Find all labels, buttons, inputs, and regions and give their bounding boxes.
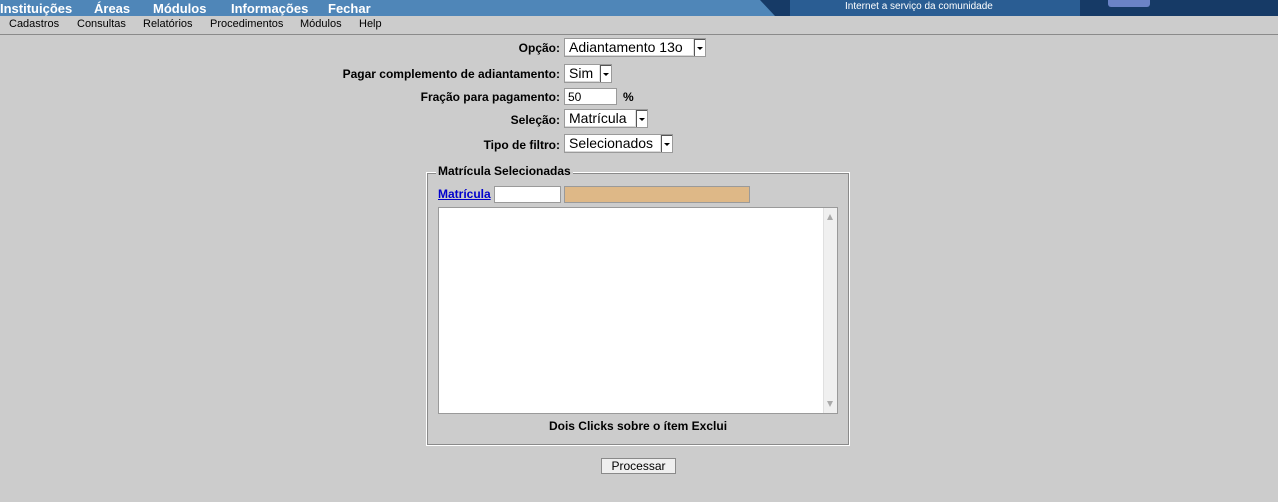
menu-modulos[interactable]: Módulos xyxy=(300,18,342,30)
fieldset-legend: Matrícula Selecionadas xyxy=(436,164,573,178)
fracao-unit: % xyxy=(623,90,634,104)
banner-logo-icon xyxy=(1108,0,1150,7)
opcao-label: Opção: xyxy=(518,41,560,55)
complemento-label: Pagar complemento de adiantamento: xyxy=(342,67,560,81)
list-hint: Dois Clicks sobre o ítem Exclui xyxy=(548,419,728,433)
top-menu-modulos[interactable]: Módulos xyxy=(153,1,206,16)
scroll-down-icon[interactable] xyxy=(827,401,833,407)
chevron-down-icon[interactable] xyxy=(693,39,705,56)
opcao-select[interactable]: Adiantamento 13o xyxy=(564,38,706,57)
top-banner: Instituições Áreas Módulos Informações F… xyxy=(0,0,1278,16)
list-scrollbar[interactable] xyxy=(823,208,837,413)
selecao-value: Matrícula xyxy=(569,110,627,126)
fracao-input[interactable]: 50 xyxy=(564,88,617,105)
matricula-input[interactable] xyxy=(494,186,561,203)
chevron-down-icon[interactable] xyxy=(660,135,672,152)
banner-slogan: Internet a serviço da comunidade xyxy=(845,1,993,12)
top-menu-instituicoes[interactable]: Instituições xyxy=(0,1,72,16)
menu-procedimentos[interactable]: Procedimentos xyxy=(210,18,283,30)
top-menu-areas[interactable]: Áreas xyxy=(94,1,130,16)
menu-bar: Cadastros Consultas Relatórios Procedime… xyxy=(0,16,1278,35)
opcao-value: Adiantamento 13o xyxy=(569,39,683,55)
menu-relatorios[interactable]: Relatórios xyxy=(143,18,193,30)
selecao-label: Seleção: xyxy=(510,113,560,127)
chevron-down-icon[interactable] xyxy=(599,65,611,82)
selecao-select[interactable]: Matrícula xyxy=(564,109,648,128)
top-menu-informacoes[interactable]: Informações xyxy=(231,1,308,16)
menu-help[interactable]: Help xyxy=(359,18,382,30)
processar-button[interactable]: Processar xyxy=(601,458,676,474)
menu-consultas[interactable]: Consultas xyxy=(77,18,126,30)
scroll-up-icon[interactable] xyxy=(827,214,833,220)
selected-matriculas-list[interactable] xyxy=(438,207,838,414)
tipo-filtro-select[interactable]: Selecionados xyxy=(564,134,673,153)
fracao-label: Fração para pagamento: xyxy=(420,90,560,104)
matricula-link[interactable]: Matrícula xyxy=(438,187,491,201)
matricula-name-field xyxy=(564,186,750,203)
banner-wedge xyxy=(760,0,775,16)
complemento-select[interactable]: Sim xyxy=(564,64,612,83)
tipo-filtro-label: Tipo de filtro: xyxy=(483,138,560,152)
menu-cadastros[interactable]: Cadastros xyxy=(9,18,59,30)
complemento-value: Sim xyxy=(569,65,594,81)
tipo-filtro-value: Selecionados xyxy=(569,135,654,151)
chevron-down-icon[interactable] xyxy=(635,110,647,127)
top-menu-fechar[interactable]: Fechar xyxy=(328,1,371,16)
